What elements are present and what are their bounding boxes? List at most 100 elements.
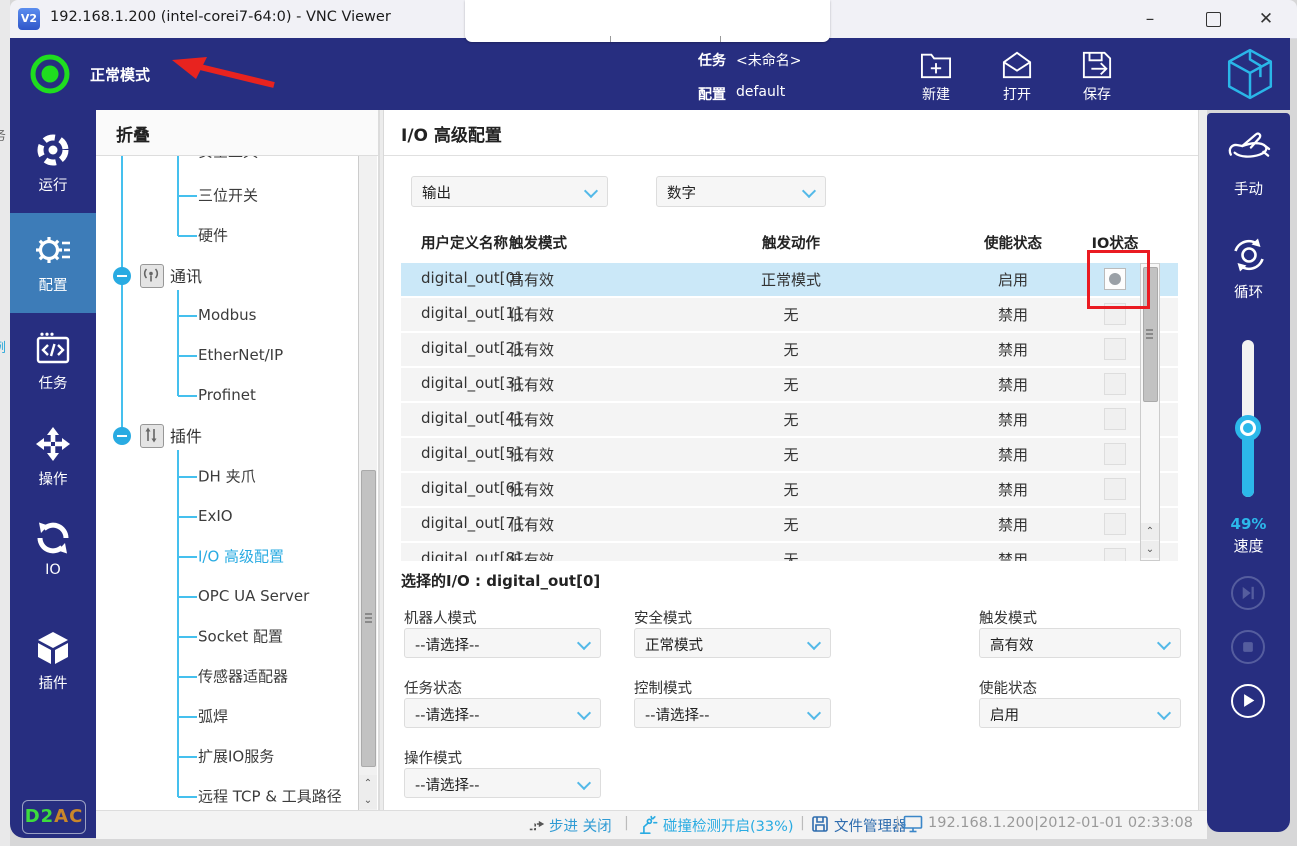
sidebar-item-io[interactable]: IO (10, 520, 96, 556)
step-status[interactable]: 步进 关闭 (549, 815, 612, 836)
mode-text: 正常模式 (90, 64, 150, 85)
brand-cube-logo (1225, 48, 1275, 100)
minimize-button[interactable]: – (1137, 6, 1163, 32)
cell-enable: 禁用 (963, 409, 1063, 430)
cell-name: digital_out[8] (421, 549, 521, 561)
tree-item[interactable]: OPC UA Server (198, 587, 309, 605)
field-label: 安全模式 (634, 607, 692, 628)
cell-name: digital_out[1] (421, 304, 521, 322)
save-button[interactable]: 保存 (1069, 50, 1125, 104)
tree-tick (178, 355, 197, 357)
statusbar-divider: | (624, 815, 629, 831)
code-window-icon (35, 330, 71, 366)
tree-tick (178, 636, 197, 638)
sidebar-item-task[interactable]: 任务 (10, 330, 96, 366)
table-row[interactable]: digital_out[0] 高有效 正常模式 启用 (401, 263, 1178, 296)
safety-mode-select[interactable]: 正常模式 (634, 628, 831, 658)
tree-item[interactable]: 弧焊 (198, 705, 228, 726)
tree-item[interactable]: DH 夹爪 (198, 465, 256, 486)
table-row[interactable]: digital_out[1] 低有效 无 禁用 (401, 298, 1178, 331)
field-label: 任务状态 (404, 677, 462, 698)
scroll-up-button[interactable]: ⌃ (1141, 523, 1159, 540)
task-state-select[interactable]: --请选择-- (404, 698, 601, 728)
collision-status[interactable]: 碰撞检测开启(33%) (663, 815, 794, 836)
vnc-toolbar-strip[interactable] (465, 0, 830, 42)
io-direction-value: 输出 (422, 182, 451, 203)
tree-item[interactable]: 通讯 (170, 263, 202, 287)
tree-item[interactable]: Profinet (198, 386, 256, 404)
robot-mode-select[interactable]: --请选择-- (404, 628, 601, 658)
table-row[interactable]: digital_out[6] 低有效 无 禁用 (401, 473, 1178, 506)
enable-state-select[interactable]: 启用 (979, 698, 1181, 728)
table-row[interactable]: digital_out[5] 低有效 无 禁用 (401, 438, 1178, 471)
stop-button[interactable] (1231, 630, 1265, 664)
tree-item[interactable]: 硬件 (198, 224, 228, 245)
cell-trigger: 低有效 (509, 374, 554, 395)
io-type-select[interactable]: 数字 (656, 176, 826, 207)
d2ac-label-right: AC (54, 806, 83, 827)
io-type-value: 数字 (667, 182, 696, 203)
table-row[interactable]: digital_out[4] 低有效 无 禁用 (401, 403, 1178, 436)
sidebar-item-operate[interactable]: 操作 (10, 426, 96, 462)
loop-mode-button[interactable]: 循环 (1207, 235, 1290, 275)
tree-header-label: 折叠 (116, 121, 150, 146)
tree-item[interactable]: 插件 (170, 423, 202, 447)
scrollbar-thumb[interactable] (361, 470, 376, 767)
field-label: 操作模式 (404, 747, 462, 768)
task-state-value: --请选择-- (415, 704, 479, 725)
maximize-button[interactable] (1206, 12, 1221, 27)
tree-tick (178, 516, 197, 518)
tree-item[interactable]: Modbus (198, 306, 256, 324)
tree-item[interactable]: EtherNet/IP (198, 346, 283, 364)
task-value: <未命名> (736, 50, 801, 70)
io-status-indicator (1104, 338, 1126, 360)
field-label: 触发模式 (979, 607, 1037, 628)
sidebar-item-config[interactable]: 配置 (10, 230, 96, 270)
scroll-up-button[interactable]: ⌃ (359, 775, 377, 792)
scroll-down-button[interactable]: ⌄ (1141, 541, 1159, 558)
trigger-mode-select[interactable]: 高有效 (979, 628, 1181, 658)
tree-item[interactable]: Socket 配置 (198, 625, 283, 646)
io-status-indicator (1104, 548, 1126, 561)
operate-mode-select[interactable]: --请选择-- (404, 768, 601, 798)
cell-action: 无 (741, 549, 841, 561)
tree-tick (178, 315, 197, 317)
table-row[interactable]: digital_out[2] 低有效 无 禁用 (401, 333, 1178, 366)
tree-item[interactable]: 三位开关 (198, 184, 258, 205)
d2ac-button[interactable]: D2AC (22, 800, 86, 834)
cell-enable: 禁用 (963, 374, 1063, 395)
collapse-node-icon[interactable] (113, 427, 131, 445)
play-button[interactable] (1231, 684, 1265, 718)
io-direction-select[interactable]: 输出 (411, 176, 608, 207)
table-row-partial[interactable]: digital_out[8] 低有效 无 禁用 (401, 543, 1178, 561)
save-button-label: 保存 (1069, 84, 1125, 104)
scroll-down-button[interactable]: ⌄ (359, 792, 377, 809)
tree-item-selected[interactable]: I/O 高级配置 (198, 545, 284, 566)
tree-item[interactable]: 扩展IO服务 (198, 745, 274, 766)
sidebar-item-run[interactable]: 运行 (10, 132, 96, 168)
new-button[interactable]: 新建 (908, 50, 964, 104)
control-mode-select[interactable]: --请选择-- (634, 698, 831, 728)
table-row[interactable]: digital_out[3] 低有效 无 禁用 (401, 368, 1178, 401)
background-glyph: 务 (0, 125, 6, 144)
close-button[interactable]: ✕ (1253, 6, 1279, 32)
speed-slider-thumb[interactable] (1235, 415, 1261, 441)
cube-icon (35, 630, 71, 666)
chevron-down-icon (584, 184, 598, 198)
tree-scrollbar[interactable]: ⌃ ⌄ (358, 156, 377, 810)
table-row[interactable]: digital_out[7] 低有效 无 禁用 (401, 508, 1178, 541)
step-forward-button[interactable] (1231, 576, 1265, 610)
cell-name: digital_out[3] (421, 374, 521, 392)
tree-item[interactable]: ExIO (198, 507, 233, 525)
cell-name: digital_out[5] (421, 444, 521, 462)
collapse-node-icon[interactable] (113, 267, 131, 285)
sidebar-item-plugin[interactable]: 插件 (10, 630, 96, 666)
collision-icon (638, 815, 658, 839)
manual-mode-button[interactable]: 手动 (1207, 128, 1290, 166)
tree-tick (178, 195, 197, 197)
io-status-indicator (1104, 373, 1126, 395)
strip-tick (720, 36, 721, 42)
tree-item[interactable]: 传感器适配器 (198, 665, 288, 686)
open-button[interactable]: 打开 (989, 50, 1045, 104)
tree-item[interactable]: 远程 TCP & 工具路径 (198, 785, 342, 806)
